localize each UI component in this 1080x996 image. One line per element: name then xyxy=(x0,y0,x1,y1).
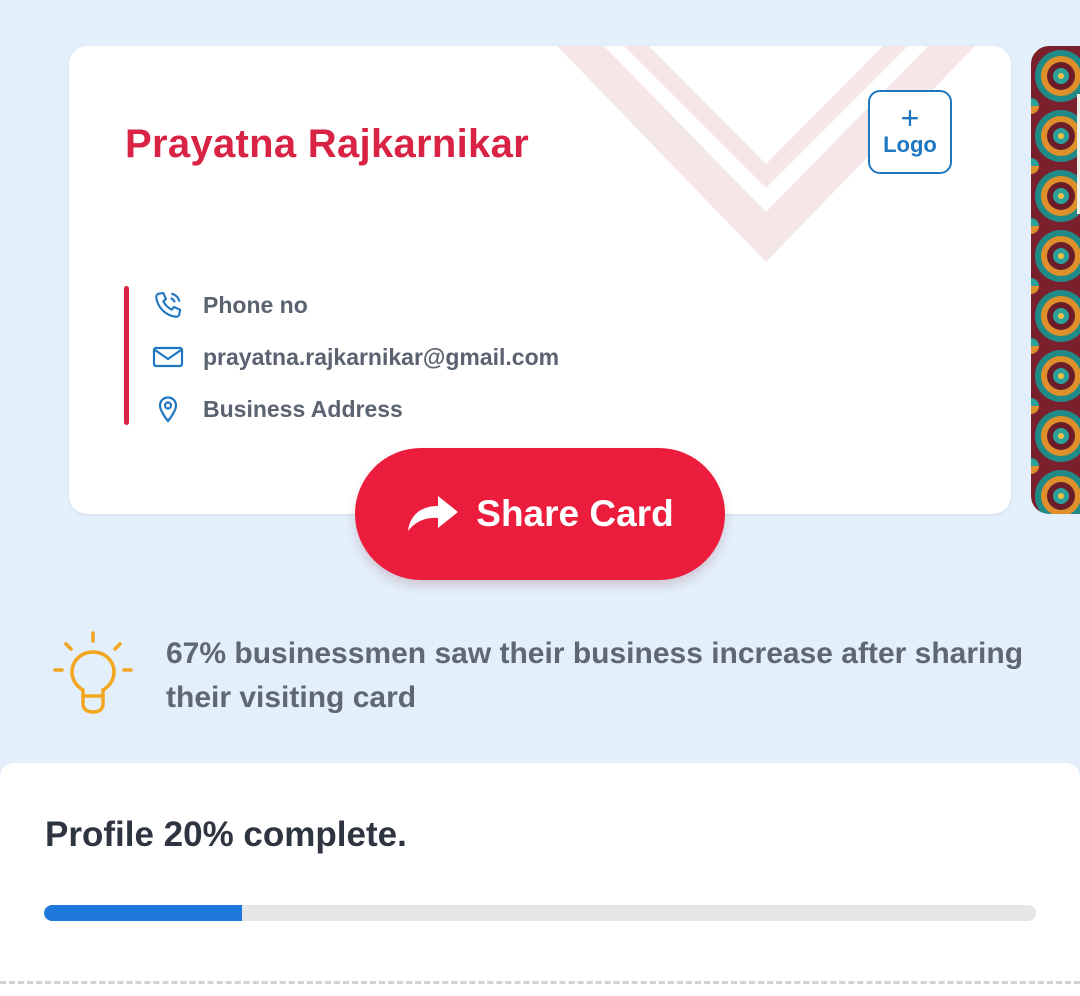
profile-completion-panel: Profile 20% complete. xyxy=(0,763,1080,996)
contact-email-text: prayatna.rajkarnikar@gmail.com xyxy=(203,343,560,370)
contact-email-row: prayatna.rajkarnikar@gmail.com xyxy=(151,340,559,374)
card-owner-name: Prayatna Rajkarnikar xyxy=(125,122,530,166)
share-card-button[interactable]: Share Card xyxy=(355,448,725,580)
dashed-divider xyxy=(0,981,1080,984)
share-arrow-icon xyxy=(406,495,460,533)
profile-progress-bar xyxy=(44,905,1036,921)
contact-accent-bar xyxy=(124,286,129,425)
tip-text: 67% businessmen saw their business incre… xyxy=(166,637,1024,714)
location-pin-icon xyxy=(151,392,185,426)
plus-icon: + xyxy=(900,100,920,136)
contact-address-row: Business Address xyxy=(151,392,403,426)
contact-phone-row: Phone no xyxy=(151,288,308,322)
mandala-pattern-image xyxy=(1031,46,1080,514)
mail-icon xyxy=(151,340,185,374)
phone-icon xyxy=(151,288,185,322)
lightbulb-icon xyxy=(53,631,133,714)
next-card-template-preview[interactable] xyxy=(1031,46,1080,514)
add-logo-label: Logo xyxy=(883,132,937,157)
contact-address-text: Business Address xyxy=(203,395,403,422)
visiting-card[interactable]: Prayatna Rajkarnikar + Logo Phone no pra… xyxy=(69,46,1011,514)
profile-progress-fill xyxy=(44,905,243,921)
contact-phone-text: Phone no xyxy=(203,291,308,318)
profile-completion-text: Profile 20% complete. xyxy=(45,815,407,854)
add-logo-button[interactable]: + Logo xyxy=(868,90,952,174)
share-card-label: Share Card xyxy=(476,493,674,534)
